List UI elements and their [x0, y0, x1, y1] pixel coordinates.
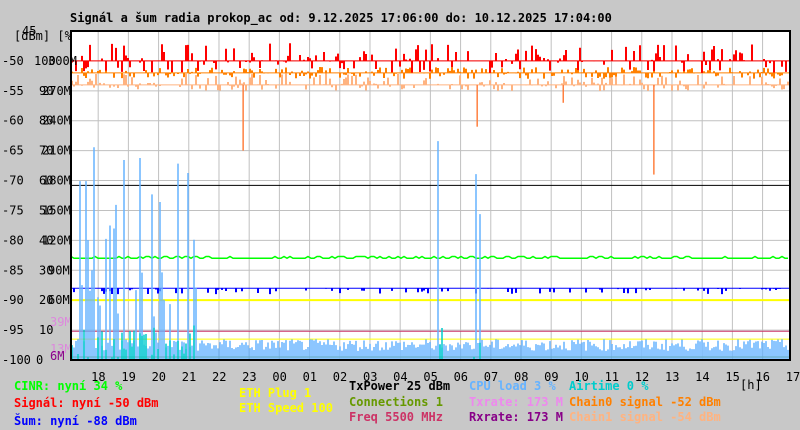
y-tick-dbm: -70 — [2, 174, 24, 188]
legend-noise: Šum: nyní -88 dBm — [14, 414, 137, 428]
y-tick-rate: 240M — [42, 114, 71, 128]
y-tick-dbm: -50 — [2, 54, 24, 68]
chart-window: Signál a šum radia prokop_ac od: 9.12.20… — [0, 0, 800, 430]
y-tick-rate: 300M — [48, 54, 77, 68]
y-tick-rate: 210M — [42, 144, 71, 158]
legend-txrate: Txrate: 173 M — [469, 395, 563, 409]
y-tick-rate: 60M — [48, 293, 70, 307]
legend-airtime: Airtime 0 % — [569, 379, 649, 393]
legend-cinr: CINR: nyní 34 % — [14, 379, 123, 393]
x-tick: 21 — [182, 370, 196, 384]
y-tick-dbm: -80 — [2, 233, 24, 247]
chart: Signál a šum radia prokop_ac od: 9.12.20… — [2, 11, 800, 392]
x-tick: 14 — [695, 370, 709, 384]
y-tick-dbm: -95 — [2, 323, 24, 337]
y-tick-pct: 0 — [36, 353, 43, 367]
y-tick-dbm: -90 — [2, 293, 24, 307]
legend-connections: Connections 1 — [349, 395, 443, 409]
x-tick: 20 — [152, 370, 166, 384]
y-tick-dbm: -100 — [2, 353, 31, 367]
y-top-label: 45 — [22, 24, 36, 38]
y-tick-rate: 270M — [42, 84, 71, 98]
legend-chain0: Chain0 signal -52 dBm — [569, 395, 721, 409]
legend-cpu: CPU load 3 % — [469, 379, 556, 393]
chart-title: Signál a šum radia prokop_ac od: 9.12.20… — [70, 11, 612, 26]
y-tick-dbm: -85 — [2, 263, 24, 277]
x-tick: 16 — [756, 370, 770, 384]
y-tick-dbm: -75 — [2, 203, 24, 217]
legend-signal: Signál: nyní -50 dBm — [14, 396, 159, 410]
x-tick: 22 — [212, 370, 226, 384]
legend-freq: Freq 5500 MHz — [349, 410, 443, 424]
y-tick-dbm: -65 — [2, 144, 24, 158]
y-tick-rate: 90M — [48, 263, 70, 277]
legend-eth-speed: ETH Speed 100 — [239, 401, 333, 415]
x-tick: 13 — [665, 370, 679, 384]
y-tick-rate: 120M — [42, 233, 71, 247]
x-tick: 19 — [121, 370, 135, 384]
y-tick-rate-extra: 6M — [50, 349, 64, 363]
x-tick: 00 — [272, 370, 286, 384]
x-tick: 01 — [303, 370, 317, 384]
y-tick-dbm: -60 — [2, 114, 24, 128]
x-tick: 23 — [242, 370, 256, 384]
y-tick-rate: 180M — [42, 174, 71, 188]
y-tick-rate: 150M — [42, 203, 71, 217]
legend-chain1: Chain1 signal -54 dBm — [569, 410, 721, 424]
legend-eth-plug: ETH Plug 1 — [239, 386, 312, 400]
x-tick: 17 — [786, 370, 800, 384]
y-tick-dbm: -55 — [2, 84, 24, 98]
legend-txpower: TxPower 25 dBm — [349, 379, 451, 393]
legend-rxrate: Rxrate: 173 M — [469, 410, 563, 424]
x-tick: 02 — [333, 370, 347, 384]
x-tick: 15 — [725, 370, 739, 384]
y-tick-rate-extra: 39M — [50, 315, 72, 329]
x-tick: 06 — [454, 370, 468, 384]
